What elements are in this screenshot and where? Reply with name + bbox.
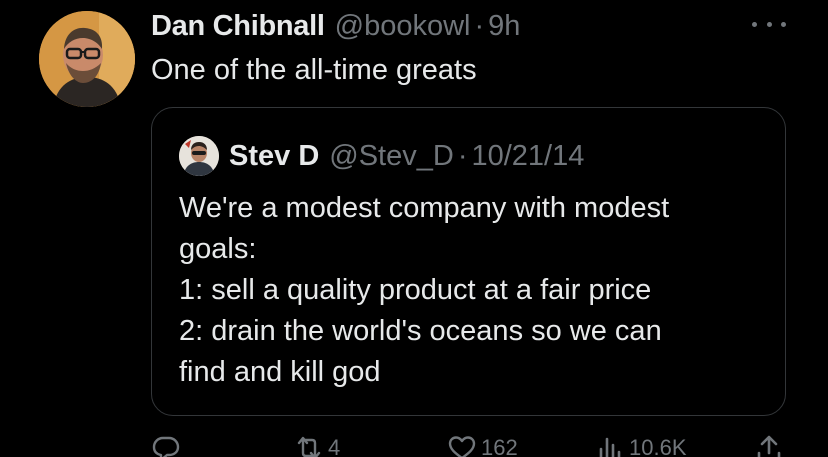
action-bar: 4 162 10.6K (151, 433, 791, 457)
like-count: 162 (481, 435, 518, 457)
quoted-author-name: Stev D (229, 139, 320, 172)
quoted-avatar-image (179, 136, 219, 176)
tweet-time[interactable]: 9h (488, 6, 520, 46)
avatar-image (39, 11, 135, 107)
like-button[interactable]: 162 (447, 433, 518, 457)
quoted-author-handle: @Stev_D (329, 139, 454, 172)
heart-icon (448, 436, 476, 457)
quoted-text-line: goals: (179, 233, 257, 265)
author-handle[interactable]: @bookowl (335, 6, 471, 46)
more-options-icon[interactable] (752, 16, 786, 32)
quoted-text-line: 2: drain the world's oceans so we can (179, 315, 662, 347)
quoted-tweet-header: Stev D @Stev_D · 10/21/14 (179, 136, 584, 176)
quoted-text-line: 1: sell a quality product at a fair pric… (179, 274, 652, 306)
quoted-text-line: We're a modest company with modest (179, 192, 670, 224)
quoted-date: 10/21/14 (471, 139, 585, 172)
share-icon (757, 435, 781, 457)
quoted-avatar (179, 136, 219, 176)
views-count: 10.6K (629, 435, 687, 457)
separator-dot: · (474, 10, 485, 42)
avatar[interactable] (39, 11, 135, 107)
tweet-header: Dan Chibnall @bookowl · 9h (151, 6, 520, 46)
reply-button[interactable] (151, 433, 181, 457)
views-button[interactable]: 10.6K (595, 433, 687, 457)
quoted-tweet-text: We're a modest company with modest goals… (179, 188, 769, 393)
more-dot (766, 21, 772, 27)
tweet-text: One of the all-time greats (151, 54, 477, 86)
retweet-icon (297, 436, 321, 457)
quoted-text-line: find and kill god (179, 356, 381, 388)
tweet[interactable]: Dan Chibnall @bookowl · 9h One of the al… (0, 0, 828, 457)
share-button[interactable] (754, 433, 784, 457)
author-name[interactable]: Dan Chibnall (151, 6, 325, 46)
separator-dot: · (457, 139, 468, 172)
more-dot (781, 21, 786, 27)
quoted-tweet[interactable]: Stev D @Stev_D · 10/21/14 We're a modest… (151, 107, 786, 416)
retweet-count: 4 (328, 435, 341, 457)
more-dot (752, 21, 757, 27)
views-icon (599, 437, 621, 457)
reply-icon (152, 436, 180, 457)
retweet-button[interactable]: 4 (294, 433, 340, 457)
